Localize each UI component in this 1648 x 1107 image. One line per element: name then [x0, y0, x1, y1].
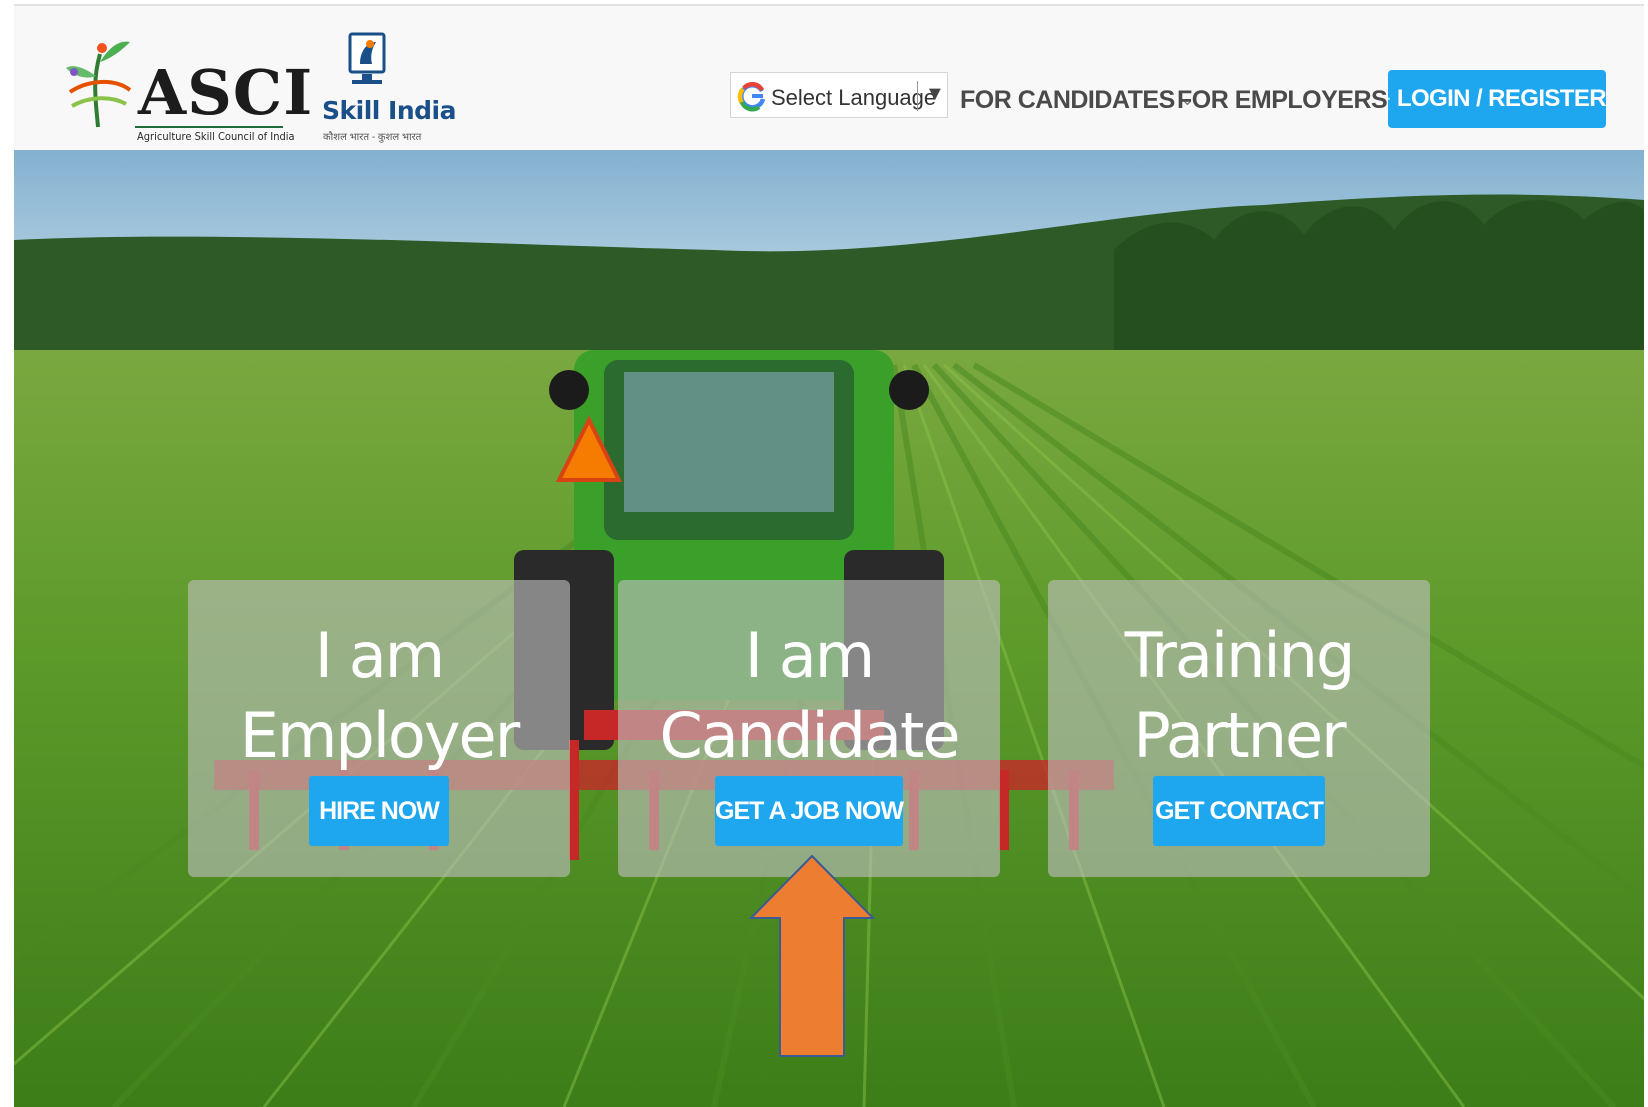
hire-now-button[interactable]: HIRE NOW [309, 776, 449, 846]
nav-for-candidates[interactable]: FOR CANDIDATES ⌄ [960, 86, 1194, 115]
language-selector[interactable]: Select Language ▼ [730, 72, 948, 118]
asci-subtitle: Agriculture Skill Council of India [137, 130, 295, 143]
asci-emblem-icon [66, 41, 132, 128]
nav-for-employers[interactable]: FOR EMPLOYERS⌄ [1177, 86, 1407, 115]
skill-india-title: Skill India [322, 96, 456, 125]
candidate-card-title-line1: I am [744, 619, 875, 692]
dropdown-arrow-icon: ▼ [925, 83, 945, 105]
employer-card-title-line2: Employer [239, 699, 520, 772]
asci-divider [135, 126, 283, 128]
page: ASCI Agriculture Skill Council of India … [14, 4, 1644, 1107]
asci-title: ASCI [138, 56, 314, 129]
training-partner-card: Training Partner GET CONTACT [1048, 580, 1430, 877]
site-header: ASCI Agriculture Skill Council of India … [14, 6, 1644, 150]
employer-card: I am Employer HIRE NOW [188, 580, 570, 877]
orange-up-arrow-icon [749, 854, 875, 1057]
language-selector-divider [917, 81, 918, 111]
login-register-label: LOGIN / REGISTER [1396, 85, 1607, 112]
training-partner-card-title: Training Partner [1048, 616, 1430, 776]
get-a-job-now-button[interactable]: GET A JOB NOW [715, 776, 904, 846]
google-g-icon [737, 82, 766, 112]
candidate-card-title: I am Candidate [618, 616, 1000, 776]
nav-for-candidates-label: FOR CANDIDATES [960, 86, 1175, 114]
skill-india-tagline: कौशल भारत - कुशल भारत [323, 132, 422, 143]
nav-for-employers-label: FOR EMPLOYERS [1177, 86, 1388, 114]
language-selector-label: Select Language [771, 85, 937, 110]
training-partner-card-title-line1: Training [1124, 619, 1356, 692]
employer-card-title: I am Employer [188, 616, 570, 776]
employer-card-title-line1: I am [314, 619, 445, 692]
skill-india-emblem-icon [348, 32, 386, 84]
candidate-card: I am Candidate GET A JOB NOW [618, 580, 1000, 877]
candidate-card-title-line2: Candidate [659, 699, 961, 772]
asci-logo[interactable]: ASCI Agriculture Skill Council of India [58, 32, 312, 152]
get-contact-button[interactable]: GET CONTACT [1153, 776, 1325, 846]
lock-icon [1388, 96, 1390, 100]
training-partner-card-title-line2: Partner [1133, 699, 1346, 772]
login-register-button[interactable]: LOGIN / REGISTER [1388, 70, 1607, 128]
skill-india-logo[interactable]: Skill India कौशल भारत - कुशल भारत [314, 30, 456, 150]
